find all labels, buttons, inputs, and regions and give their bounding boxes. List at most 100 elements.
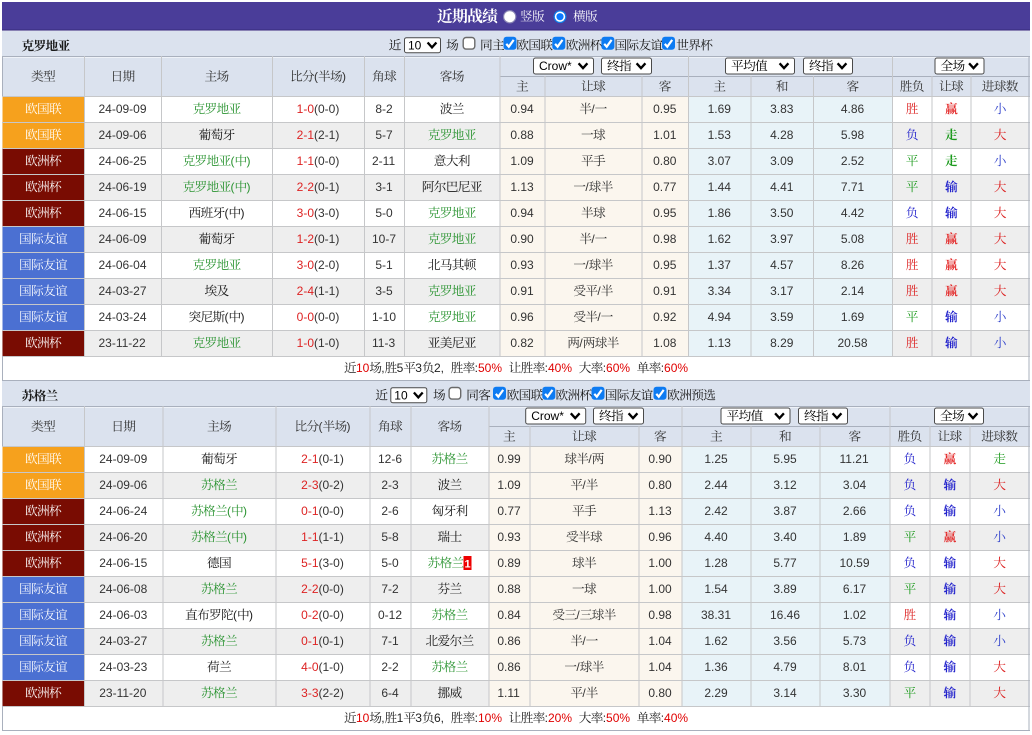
svg-text:5-1: 5-1	[301, 556, 319, 570]
svg-text:2-1: 2-1	[297, 128, 315, 142]
svg-text:38.31: 38.31	[701, 608, 731, 622]
svg-text:(0-0): (0-0)	[314, 310, 339, 324]
svg-text:(: (	[227, 504, 231, 518]
svg-text:Crow*: Crow*	[539, 59, 572, 73]
svg-text:5.08: 5.08	[841, 232, 865, 246]
svg-text:1.13: 1.13	[648, 504, 672, 518]
svg-text:2-2: 2-2	[297, 180, 315, 194]
svg-text:(0-0): (0-0)	[319, 504, 344, 518]
svg-text:4.94: 4.94	[708, 310, 732, 324]
svg-text:(0-0): (0-0)	[319, 608, 344, 622]
svg-text:1.54: 1.54	[704, 582, 728, 596]
svg-text:4.79: 4.79	[773, 660, 797, 674]
svg-text:(3-0): (3-0)	[319, 556, 344, 570]
svg-text:1.69: 1.69	[841, 310, 865, 324]
svg-text:(0-1): (0-1)	[314, 180, 339, 194]
svg-text:3: 3	[415, 711, 422, 725]
svg-text:40%: 40%	[548, 361, 572, 375]
svg-text:): )	[247, 180, 251, 194]
svg-text:10: 10	[394, 388, 408, 402]
svg-text:24-06-03: 24-06-03	[99, 608, 147, 622]
svg-text:1: 1	[397, 711, 404, 725]
svg-text:0-12: 0-12	[378, 608, 402, 622]
svg-text:3-0: 3-0	[297, 258, 315, 272]
svg-text:12-6: 12-6	[378, 452, 402, 466]
svg-text:10%: 10%	[478, 711, 502, 725]
svg-text:5.98: 5.98	[841, 128, 865, 142]
svg-text:10.59: 10.59	[839, 556, 869, 570]
svg-text:2.66: 2.66	[843, 504, 867, 518]
svg-text:3.59: 3.59	[770, 310, 794, 324]
svg-text:1.69: 1.69	[708, 102, 732, 116]
svg-text:(1-1): (1-1)	[319, 530, 344, 544]
svg-text:3.07: 3.07	[708, 154, 732, 168]
svg-text:0.98: 0.98	[648, 608, 672, 622]
svg-text:3.40: 3.40	[773, 530, 797, 544]
svg-text:1.25: 1.25	[704, 452, 728, 466]
svg-text:50%: 50%	[606, 711, 630, 725]
svg-text:3.14: 3.14	[773, 686, 797, 700]
svg-text:2,: 2,	[434, 361, 444, 375]
svg-text:): )	[241, 310, 245, 324]
svg-text:0.86: 0.86	[497, 634, 521, 648]
svg-text:1.09: 1.09	[510, 154, 534, 168]
svg-text:1.28: 1.28	[704, 556, 728, 570]
svg-text:(: (	[231, 180, 235, 194]
svg-text:1.01: 1.01	[653, 128, 677, 142]
svg-text:24-03-27: 24-03-27	[98, 284, 146, 298]
svg-text:24-06-20: 24-06-20	[99, 530, 147, 544]
svg-text:11-3: 11-3	[372, 336, 395, 350]
svg-text:0-0: 0-0	[297, 310, 315, 324]
svg-text:1.11: 1.11	[497, 686, 520, 700]
svg-text:(0-1): (0-1)	[314, 232, 339, 246]
svg-text:24-06-19: 24-06-19	[98, 180, 146, 194]
svg-text:0.90: 0.90	[510, 232, 534, 246]
svg-text:3.56: 3.56	[773, 634, 797, 648]
svg-text:1.08: 1.08	[653, 336, 677, 350]
svg-text:3.30: 3.30	[843, 686, 867, 700]
svg-text:): )	[342, 70, 346, 84]
svg-text:24-09-09: 24-09-09	[98, 102, 146, 116]
svg-text:6,: 6,	[434, 711, 444, 725]
svg-text:(0-0): (0-0)	[314, 154, 339, 168]
svg-text:): )	[249, 608, 253, 622]
svg-text:0.77: 0.77	[653, 180, 677, 194]
svg-text:(0-1): (0-1)	[319, 634, 344, 648]
svg-text:1.04: 1.04	[648, 634, 672, 648]
svg-text:0.96: 0.96	[510, 310, 534, 324]
svg-text:1.13: 1.13	[510, 180, 534, 194]
svg-text:10-7: 10-7	[372, 232, 396, 246]
svg-text:11.21: 11.21	[839, 452, 868, 466]
svg-text:24-03-23: 24-03-23	[99, 660, 147, 674]
svg-text:3.87: 3.87	[773, 504, 797, 518]
svg-text:(0-0): (0-0)	[319, 582, 344, 596]
svg-text:0.99: 0.99	[497, 452, 521, 466]
svg-text:0-1: 0-1	[301, 504, 319, 518]
svg-text:2-2: 2-2	[301, 582, 319, 596]
svg-text:(1-0): (1-0)	[319, 660, 344, 674]
svg-text:4-0: 4-0	[301, 660, 319, 674]
svg-text:1-0: 1-0	[297, 336, 315, 350]
svg-text:(: (	[231, 154, 235, 168]
svg-text:(: (	[225, 206, 229, 220]
svg-text:): )	[243, 530, 247, 544]
svg-text:1.04: 1.04	[648, 660, 672, 674]
svg-text:0.77: 0.77	[497, 504, 521, 518]
svg-text:3.83: 3.83	[770, 102, 794, 116]
svg-text:0.84: 0.84	[497, 608, 521, 622]
svg-text:0.95: 0.95	[653, 258, 677, 272]
svg-text:3.97: 3.97	[770, 232, 794, 246]
svg-text:10: 10	[356, 711, 370, 725]
svg-text:40%: 40%	[664, 711, 688, 725]
svg-text:0.80: 0.80	[648, 686, 672, 700]
svg-text:2-2: 2-2	[381, 660, 399, 674]
svg-text:): )	[243, 504, 247, 518]
svg-text:0.80: 0.80	[648, 478, 672, 492]
svg-text:(: (	[319, 420, 323, 434]
svg-text:0.94: 0.94	[510, 102, 534, 116]
svg-text:8.26: 8.26	[841, 258, 865, 272]
svg-text:1.02: 1.02	[843, 608, 867, 622]
svg-text:8.29: 8.29	[770, 336, 794, 350]
svg-text:2-4: 2-4	[297, 284, 315, 298]
svg-text:2-3: 2-3	[301, 478, 319, 492]
